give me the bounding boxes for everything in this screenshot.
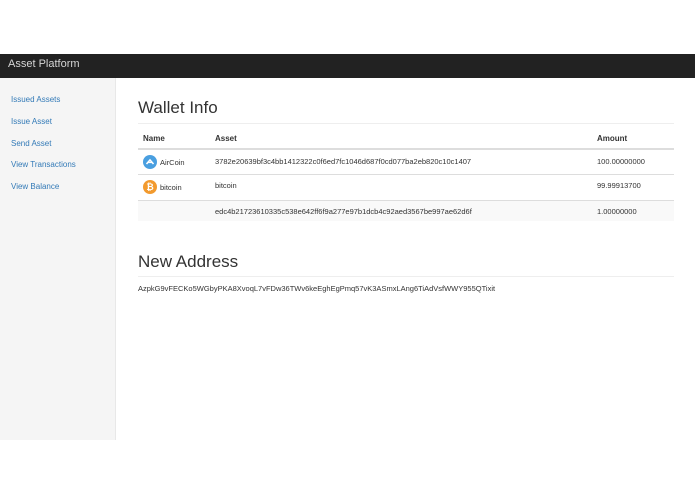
brand-link[interactable]: Asset Platform [8,58,80,70]
sidebar-item-issue-asset[interactable]: Issue Asset [11,117,52,126]
asset-amount: 100.00000000 [597,157,645,166]
column-header-amount: Amount [597,134,628,143]
asset-amount: 99.99913700 [597,181,641,190]
sidebar-item-view-transactions[interactable]: View Transactions [11,160,76,169]
sidebar: Issued Assets Issue Asset Send Asset Vie… [0,78,116,440]
divider [138,123,674,124]
divider [138,276,674,277]
column-header-name: Name [143,134,165,143]
wallet-info-title: Wallet Info [138,98,218,117]
asset-id: bitcoin [215,181,237,190]
aircoin-icon [143,155,157,169]
sidebar-item-send-asset[interactable]: Send Asset [11,139,51,148]
column-header-asset: Asset [215,134,237,143]
table-row: edc4b21723610335c538e642ff6f9a277e97b1dc… [138,200,674,221]
asset-amount: 1.00000000 [597,207,637,216]
table-row: AirCoin 3782e20639bf3c4bb1412322c0f6ed7f… [138,148,674,174]
asset-id: 3782e20639bf3c4bb1412322c0f6ed7fc1046d68… [215,157,472,166]
asset-name: AirCoin [160,158,185,167]
new-address-title: New Address [138,252,239,271]
sidebar-item-view-balance[interactable]: View Balance [11,182,59,191]
asset-id: edc4b21723610335c538e642ff6f9a277e97b1dc… [215,207,472,216]
asset-name: bitcoin [160,183,182,192]
bitcoin-icon: ₿ [143,180,157,194]
top-navbar: Asset Platform [0,54,695,78]
sidebar-item-issued-assets[interactable]: Issued Assets [11,95,60,104]
new-address-value: AzpkG9vFECKo5WGbyPKA8XvoqL7vFDw36TWv6keE… [138,284,496,293]
table-row: ₿ bitcoin bitcoin 99.99913700 [138,174,674,200]
